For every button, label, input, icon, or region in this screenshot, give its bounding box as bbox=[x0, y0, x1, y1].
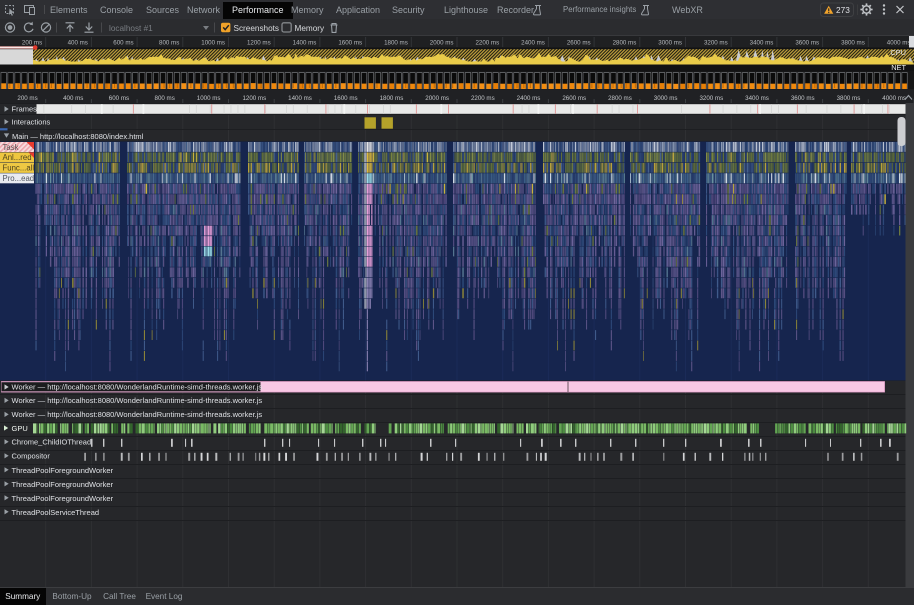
svg-text:1000 ms: 1000 ms bbox=[197, 95, 221, 102]
svg-text:2400 ms: 2400 ms bbox=[521, 39, 545, 46]
svg-text:2400 ms: 2400 ms bbox=[517, 95, 541, 102]
svg-text:ThreadPoolForegroundWorker: ThreadPoolForegroundWorker bbox=[12, 494, 114, 503]
svg-text:1200 ms: 1200 ms bbox=[242, 95, 266, 102]
svg-text:Screenshots: Screenshots bbox=[234, 24, 280, 33]
svg-text:600 ms: 600 ms bbox=[113, 39, 133, 46]
svg-text:1800 ms: 1800 ms bbox=[380, 95, 404, 102]
svg-text:4000 ms: 4000 ms bbox=[882, 95, 906, 102]
svg-text:Anl...red: Anl...red bbox=[3, 153, 32, 162]
svg-text:1400 ms: 1400 ms bbox=[288, 95, 312, 102]
svg-text:2000 ms: 2000 ms bbox=[425, 95, 449, 102]
svg-text:Task: Task bbox=[3, 143, 19, 152]
svg-text:3400 ms: 3400 ms bbox=[745, 95, 769, 102]
svg-text:273: 273 bbox=[836, 5, 850, 15]
svg-text:localhost #1: localhost #1 bbox=[109, 24, 153, 33]
svg-text:Chrome_ChildIOThread: Chrome_ChildIOThread bbox=[12, 438, 92, 447]
svg-text:2200 ms: 2200 ms bbox=[471, 95, 495, 102]
svg-text:2200 ms: 2200 ms bbox=[475, 39, 499, 46]
svg-text:3800 ms: 3800 ms bbox=[841, 39, 865, 46]
svg-text:200 ms: 200 ms bbox=[22, 39, 42, 46]
svg-text:200 ms: 200 ms bbox=[17, 95, 37, 102]
svg-text:Interactions: Interactions bbox=[12, 118, 51, 127]
svg-text:2000 ms: 2000 ms bbox=[430, 39, 454, 46]
svg-text:Worker — http://localhost:8080: Worker — http://localhost:8080/Wonderlan… bbox=[12, 383, 263, 392]
svg-text:2600 ms: 2600 ms bbox=[567, 39, 591, 46]
svg-text:Func...all: Func...all bbox=[3, 164, 35, 173]
svg-text:3000 ms: 3000 ms bbox=[658, 39, 682, 46]
svg-text:1200 ms: 1200 ms bbox=[247, 39, 271, 46]
svg-text:CPU: CPU bbox=[890, 48, 906, 57]
svg-text:NET: NET bbox=[891, 63, 906, 72]
svg-text:2600 ms: 2600 ms bbox=[562, 95, 586, 102]
svg-text:400 ms: 400 ms bbox=[68, 39, 88, 46]
svg-text:3600 ms: 3600 ms bbox=[791, 95, 815, 102]
svg-text:800 ms: 800 ms bbox=[155, 95, 175, 102]
svg-text:800 ms: 800 ms bbox=[159, 39, 179, 46]
svg-text:4000 ms: 4000 ms bbox=[887, 39, 911, 46]
svg-text:Pro...ead: Pro...ead bbox=[3, 174, 35, 183]
svg-text:3200 ms: 3200 ms bbox=[704, 39, 728, 46]
svg-text:3400 ms: 3400 ms bbox=[750, 39, 774, 46]
svg-text:ThreadPoolServiceThread: ThreadPoolServiceThread bbox=[12, 508, 100, 517]
svg-text:600 ms: 600 ms bbox=[109, 95, 129, 102]
svg-text:2800 ms: 2800 ms bbox=[613, 39, 637, 46]
svg-text:Memory: Memory bbox=[295, 24, 325, 33]
svg-text:3800 ms: 3800 ms bbox=[837, 95, 861, 102]
svg-text:3200 ms: 3200 ms bbox=[699, 95, 723, 102]
svg-text:GPU: GPU bbox=[12, 424, 28, 433]
svg-text:ThreadPoolForegroundWorker: ThreadPoolForegroundWorker bbox=[12, 480, 114, 489]
svg-text:2800 ms: 2800 ms bbox=[608, 95, 632, 102]
svg-text:Main — http://localhost:8080/i: Main — http://localhost:8080/index.html bbox=[12, 132, 144, 141]
svg-text:Worker — http://localhost:8080: Worker — http://localhost:8080/Wonderlan… bbox=[12, 410, 263, 419]
svg-text:3600 ms: 3600 ms bbox=[795, 39, 819, 46]
svg-text:Frames: Frames bbox=[12, 105, 38, 114]
svg-text:400 ms: 400 ms bbox=[63, 95, 83, 102]
svg-text:Compositor: Compositor bbox=[12, 452, 51, 461]
svg-text:3000 ms: 3000 ms bbox=[654, 95, 678, 102]
svg-text:1800 ms: 1800 ms bbox=[384, 39, 408, 46]
svg-text:Worker — http://localhost:8080: Worker — http://localhost:8080/Wonderlan… bbox=[12, 396, 263, 405]
svg-text:ThreadPoolForegroundWorker: ThreadPoolForegroundWorker bbox=[12, 466, 114, 475]
svg-text:1000 ms: 1000 ms bbox=[201, 39, 225, 46]
svg-text:1600 ms: 1600 ms bbox=[338, 39, 362, 46]
svg-text:1600 ms: 1600 ms bbox=[334, 95, 358, 102]
svg-text:1400 ms: 1400 ms bbox=[293, 39, 317, 46]
